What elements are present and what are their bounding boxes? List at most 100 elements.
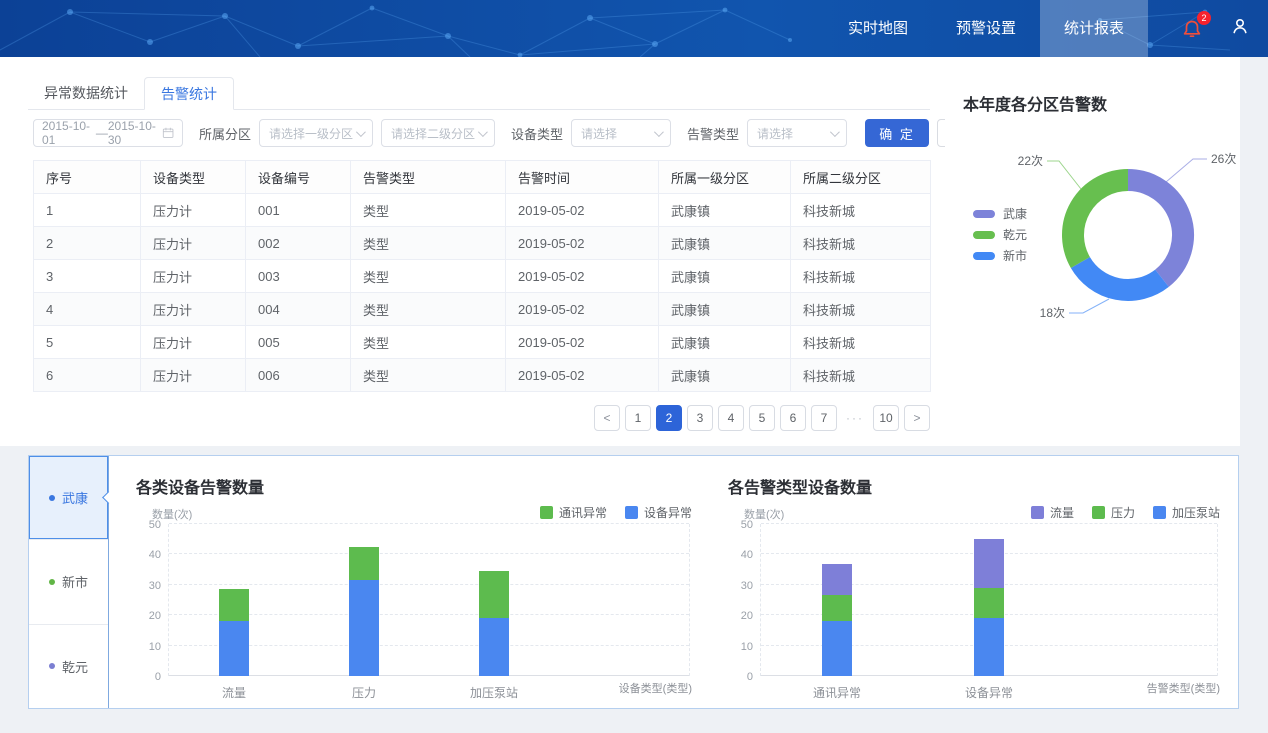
bar-segment-压力 [974,588,1004,618]
table-cell: 2019-05-02 [506,194,659,227]
table-header-row: 序号设备类型设备编号告警类型告警时间所属一级分区所属二级分区 [34,161,931,194]
nav-item-1[interactable]: 实时地图 [824,0,932,57]
alarm-type-device-count-chart: 各告警类型设备数量 数量(次) 流量压力加压泵站 01020304050通讯异常… [710,462,1234,706]
donut-callout-line [1069,299,1109,313]
table-row: 1压力计001类型2019-05-02武康镇科技新城 [34,194,931,227]
legend-swatch [540,506,553,519]
pagination-prev-button[interactable]: < [594,405,620,431]
notifications-button[interactable]: 2 [1180,17,1204,41]
legend-label: 流量 [1050,504,1074,521]
pagination-page-6[interactable]: 6 [780,405,806,431]
notification-badge: 2 [1197,11,1211,25]
bar-segment-通讯异常 [479,571,509,618]
pagination-page-3[interactable]: 3 [687,405,713,431]
pagination-page-4[interactable]: 4 [718,405,744,431]
donut-legend-item-武康[interactable]: 武康 [973,203,1027,224]
device-type-select[interactable]: 请选择 [571,119,671,147]
bar-segment-加压泵站 [974,618,1004,676]
plot-area: 01020304050流量压力加压泵站 [168,524,690,676]
table-cell: 6 [34,359,141,392]
pagination: <1234567···10> [33,405,930,431]
column-header: 所属一级分区 [659,161,791,194]
table-cell: 2019-05-02 [506,260,659,293]
y-tick-label: 0 [725,671,753,683]
legend-item-加压泵站[interactable]: 加压泵站 [1153,504,1220,521]
partition-side-tabs: 武康新市乾元 [29,456,109,708]
table-cell: 2019-05-02 [506,227,659,260]
legend-label: 乾元 [1003,226,1027,243]
table-row: 6压力计006类型2019-05-02武康镇科技新城 [34,359,931,392]
table-row: 2压力计002类型2019-05-02武康镇科技新城 [34,227,931,260]
table-cell: 类型 [351,293,506,326]
donut-legend-item-新市[interactable]: 新市 [973,245,1027,266]
table-cell: 压力计 [141,293,246,326]
user-avatar-button[interactable] [1228,14,1252,43]
chart-legend: 流量 压力 加压泵站 [1031,504,1220,521]
header-icons: 2 [1180,0,1252,57]
donut-callout-line [1166,159,1207,182]
table-cell: 1 [34,194,141,227]
side-tab-dot [49,579,55,585]
date-range-picker[interactable]: 2015-10-01 — 2015-10-30 [33,119,183,147]
pagination-page-10[interactable]: 10 [873,405,899,431]
y-tick-label: 30 [133,580,161,592]
bar-segment-压力 [822,595,852,621]
column-header: 设备类型 [141,161,246,194]
legend-label: 加压泵站 [1172,504,1220,521]
table-row: 4压力计004类型2019-05-02武康镇科技新城 [34,293,931,326]
nav-item-2[interactable]: 预警设置 [932,0,1040,57]
legend-label: 通讯异常 [559,504,607,521]
table-cell: 科技新城 [791,227,931,260]
calendar-icon [162,126,174,140]
table-cell: 类型 [351,227,506,260]
legend-swatch [973,252,995,260]
bar-segment-加压泵站 [822,621,852,676]
filter-bar: 2015-10-01 — 2015-10-30 所属分区 请选择一级分区 请选择… [33,119,1005,147]
bar-segment-流量 [974,539,1004,588]
dashboard-page: 实时地图预警设置统计报表 2 异常数据统计告警统计 2015-10-01 [0,0,1268,733]
tab-2[interactable]: 告警统计 [144,77,234,110]
legend-swatch [625,506,638,519]
side-tab-乾元[interactable]: 乾元 [29,624,108,708]
table-cell: 压力计 [141,194,246,227]
table-cell: 科技新城 [791,359,931,392]
pagination-next-button[interactable]: > [904,405,930,431]
gridline-30 [169,584,689,585]
region-level2-select[interactable]: 请选择二级分区 [381,119,495,147]
bottom-charts-panel: 武康新市乾元 各类设备告警数量 数量(次) 通讯异常设备异常 010203040… [28,455,1239,709]
legend-item-通讯异常[interactable]: 通讯异常 [540,504,607,521]
y-tick-label: 10 [725,641,753,653]
donut-callout-label: 18次 [1040,306,1065,320]
table-cell: 005 [246,326,351,359]
region-level1-select[interactable]: 请选择一级分区 [259,119,373,147]
pagination-page-1[interactable]: 1 [625,405,651,431]
bar-segment-设备异常 [219,621,249,676]
pagination-page-2[interactable]: 2 [656,405,682,431]
confirm-button[interactable]: 确 定 [865,119,929,147]
tab-1[interactable]: 异常数据统计 [28,77,144,109]
legend-item-流量[interactable]: 流量 [1031,504,1074,521]
table-cell: 武康镇 [659,227,791,260]
table-cell: 3 [34,260,141,293]
table-cell: 压力计 [141,326,246,359]
legend-label: 设备异常 [644,504,692,521]
top-navbar: 实时地图预警设置统计报表 2 [0,0,1268,57]
nav-item-3[interactable]: 统计报表 [1040,0,1148,57]
alarm-type-select[interactable]: 请选择 [747,119,847,147]
y-tick-label: 10 [133,641,161,653]
side-tab-新市[interactable]: 新市 [29,539,108,623]
legend-swatch [973,231,995,239]
chart-title: 各告警类型设备数量 [728,474,872,498]
legend-item-设备异常[interactable]: 设备异常 [625,504,692,521]
donut-legend-item-乾元[interactable]: 乾元 [973,224,1027,245]
chart-legend: 通讯异常 设备异常 [540,504,692,521]
column-header: 序号 [34,161,141,194]
side-tab-武康[interactable]: 武康 [29,456,108,539]
date-end: 2015-10-30 [108,119,162,147]
y-tick-label: 40 [725,549,753,561]
legend-item-压力[interactable]: 压力 [1092,504,1135,521]
table-cell: 科技新城 [791,293,931,326]
pagination-page-5[interactable]: 5 [749,405,775,431]
pagination-page-7[interactable]: 7 [811,405,837,431]
side-tab-label: 武康 [62,488,88,507]
